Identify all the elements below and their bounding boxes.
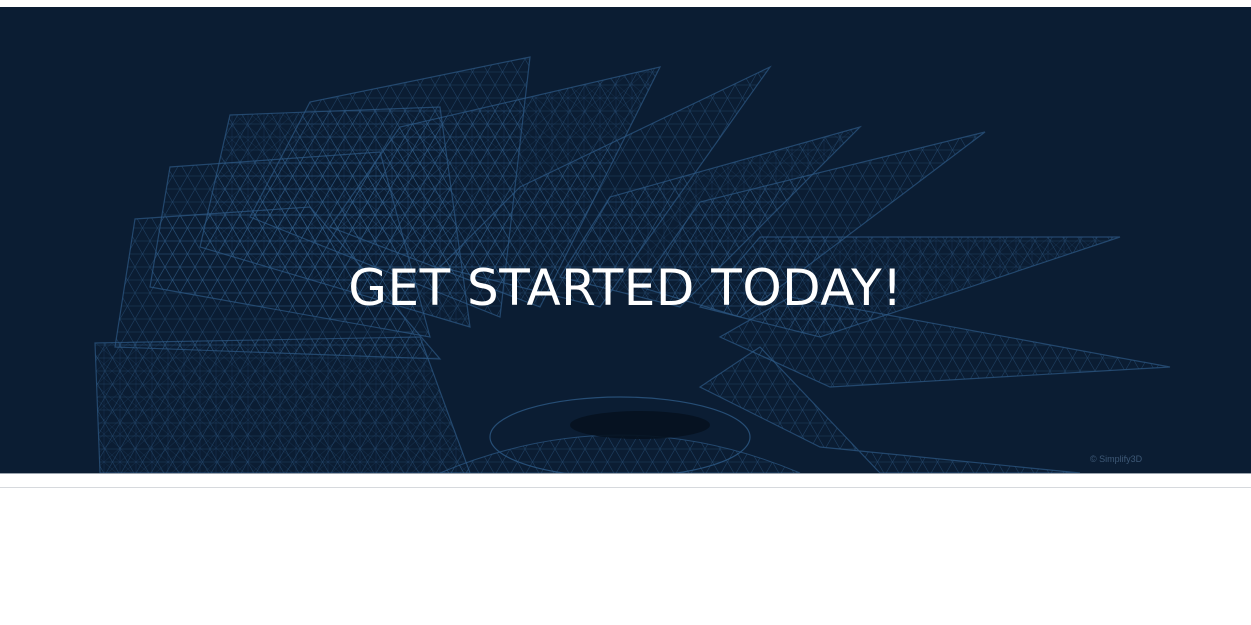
- page: GET STARTED TODAY! © Simplify3D: [0, 0, 1251, 625]
- turbine-mesh-image: [0, 7, 1251, 473]
- copyright-watermark: © Simplify3D: [1090, 454, 1143, 464]
- content-area: [0, 488, 1251, 625]
- hero-banner: GET STARTED TODAY! © Simplify3D: [0, 7, 1251, 473]
- section-divider: [0, 473, 1251, 474]
- hero-title: GET STARTED TODAY!: [348, 259, 903, 317]
